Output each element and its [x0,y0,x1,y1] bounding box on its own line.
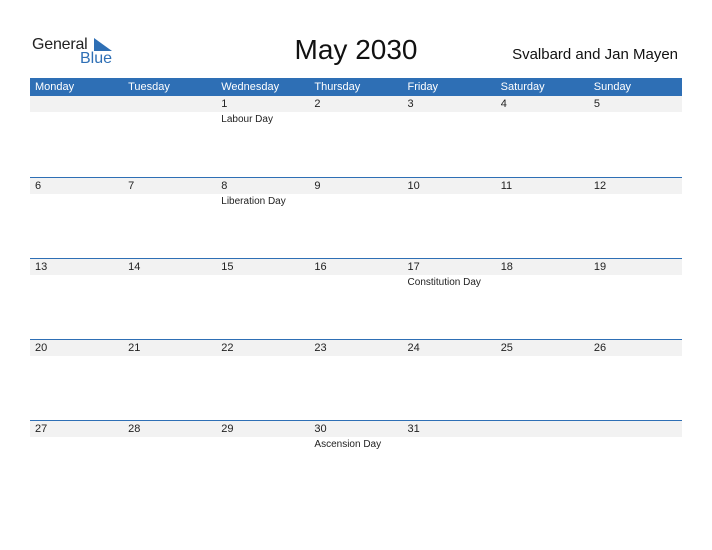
day-cell: 21 [123,340,216,420]
weekday-header: Monday Tuesday Wednesday Thursday Friday… [30,78,682,96]
day-number: 17 [407,261,420,273]
day-cell: 14 [123,259,216,339]
day-cell: 12 [589,178,682,258]
day-number: 10 [407,180,420,192]
day-number: 18 [500,261,513,273]
day-number: 2 [314,98,321,110]
day-cell: 27 [30,421,123,501]
weekday-label: Sunday [593,81,632,93]
day-cell: 15 [216,259,309,339]
day-number: 16 [314,261,327,273]
day-number: 30 [314,423,327,435]
day-number: 25 [500,342,513,354]
day-cell: 28 [123,421,216,501]
day-number: 15 [221,261,234,273]
day-cell: 22 [216,340,309,420]
day-number: 6 [35,180,42,192]
weekday-label: Tuesday [128,81,170,93]
weekday-label: Monday [35,81,75,93]
week-row: 13 14 15 16 17 Constitution Day 18 19 [30,258,682,339]
day-number: 22 [221,342,234,354]
day-cell: 6 [30,178,123,258]
day-cell: 3 [403,96,496,176]
day-cell: 8 Liberation Day [216,178,309,258]
day-cell: 25 [496,340,589,420]
day-cell: 30 Ascension Day [309,421,402,501]
day-cell: 16 [309,259,402,339]
day-number: 9 [314,180,321,192]
day-number: 20 [35,342,48,354]
day-cell: 9 [309,178,402,258]
day-number: 28 [128,423,141,435]
day-cell: 23 [309,340,402,420]
holiday-label: Constitution Day [407,277,481,288]
day-number: 13 [35,261,48,273]
day-number: 5 [593,98,600,110]
day-cell: 5 [589,96,682,176]
day-cell: 24 [403,340,496,420]
holiday-label: Labour Day [221,114,273,125]
day-number: 14 [128,261,141,273]
day-number: 3 [407,98,414,110]
day-number: 26 [593,342,607,354]
day-number: 23 [314,342,327,354]
day-number: 19 [593,261,607,273]
day-cell: 31 [403,421,496,501]
day-cell: 19 [589,259,682,339]
day-cell: 1 Labour Day [216,96,309,176]
holiday-label: Ascension Day [314,439,382,450]
weekday-label: Thursday [314,81,361,93]
region-name: Svalbard and Jan Mayen [512,46,678,63]
day-cell: 18 [496,259,589,339]
day-cell [589,421,682,501]
day-cell: 13 [30,259,123,339]
day-cell [123,96,216,176]
day-cell: 11 [496,178,589,258]
day-cell: 26 [589,340,682,420]
day-cell: 7 [123,178,216,258]
day-number: 12 [593,180,607,192]
day-number: 31 [407,423,420,435]
weekday-label: Friday [407,81,439,93]
day-number: 27 [35,423,48,435]
day-number: 1 [221,98,228,110]
day-number: 7 [128,180,135,192]
holiday-label: Liberation Day [221,196,286,207]
day-cell: 20 [30,340,123,420]
day-number: 4 [500,98,507,110]
weekday-label: Wednesday [221,81,280,93]
day-number: 21 [128,342,141,354]
week-row: 6 7 8 Liberation Day 9 10 11 12 [30,177,682,258]
day-cell: 29 [216,421,309,501]
day-cell: 4 [496,96,589,176]
day-cell [30,96,123,176]
day-cell: 17 Constitution Day [403,259,496,339]
weekday-label: Saturday [500,81,545,93]
day-number: 8 [221,180,228,192]
week-row: 1 Labour Day 2 3 4 5 [30,96,682,177]
week-row: 20 21 22 23 24 25 26 [30,339,682,420]
day-cell: 10 [403,178,496,258]
day-number: 29 [221,423,234,435]
day-cell [496,421,589,501]
day-cell: 2 [309,96,402,176]
day-number: 24 [407,342,420,354]
week-row: 27 28 29 30 Ascension Day 31 [30,420,682,501]
day-number: 11 [500,180,513,192]
